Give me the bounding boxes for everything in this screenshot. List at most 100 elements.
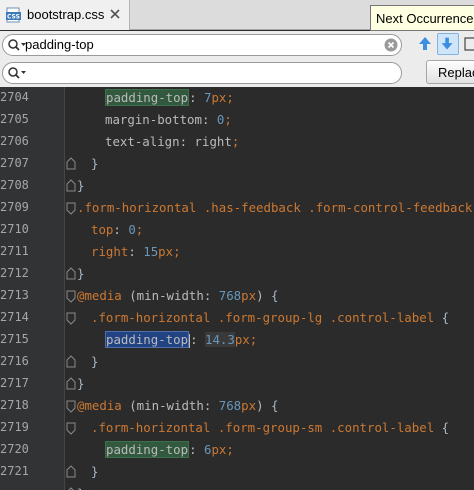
code-token: : [189, 90, 204, 105]
code-line: 2720 padding-top: 6px; [0, 439, 474, 461]
code-token: { [263, 398, 279, 413]
code-text[interactable]: .form-horizontal .has-feedback .form-con… [77, 199, 474, 216]
css-selector: .form-horizontal .form-group-lg .control… [91, 310, 435, 325]
line-number: 2707 [0, 156, 29, 170]
line-number: 2717 [0, 376, 29, 390]
close-icon[interactable] [109, 8, 121, 20]
code-text[interactable]: } [91, 463, 98, 480]
code-token: } [91, 354, 99, 369]
code-text[interactable]: right: 15px; [91, 243, 181, 260]
code-text[interactable]: padding-top: 6px; [105, 441, 234, 458]
fold-end-icon[interactable] [66, 179, 76, 193]
file-tab[interactable]: CSS bootstrap.css [0, 0, 130, 30]
code-token: ; [226, 90, 234, 105]
fold-open-icon[interactable] [66, 399, 76, 413]
code-line: 2716} [0, 351, 474, 373]
previous-occurrence-icon[interactable] [414, 33, 436, 55]
code-text[interactable]: .form-horizontal .form-group-sm .control… [91, 419, 449, 436]
tab-filename: bootstrap.css [27, 7, 105, 22]
at-rule-keyword: @media [77, 398, 122, 413]
numeric-value: 14.3 [204, 332, 235, 347]
search-match: padding-top [105, 441, 190, 458]
next-occurrence-button[interactable] [437, 33, 459, 55]
fold-open-icon[interactable] [66, 421, 76, 435]
code-token: : [128, 244, 144, 259]
code-token: (min-width: [121, 288, 219, 303]
code-token: ; [224, 112, 232, 127]
editor-tab-bar: CSS bootstrap.css Next Occurrence [0, 0, 474, 31]
code-text[interactable]: text-align: right; [105, 133, 239, 150]
code-token: : [113, 222, 129, 237]
code-text[interactable]: } [77, 375, 84, 392]
code-token: px [234, 332, 250, 347]
code-text[interactable]: .form-horizontal .form-group-lg .control… [91, 309, 449, 326]
code-token: { [434, 310, 450, 325]
code-text[interactable]: @media (min-width: 768px) { [77, 287, 278, 304]
numeric-value: 0 [128, 222, 136, 237]
css-selector: .form-horizontal .form-group-sm .control… [91, 420, 435, 435]
code-line: 2719 .form-horizontal .form-group-sm .con… [0, 417, 474, 439]
fold-open-icon[interactable] [66, 289, 76, 303]
numeric-value: 768 [218, 288, 242, 303]
line-number: 2713 [0, 288, 29, 302]
replace-history-icon[interactable] [7, 66, 27, 80]
code-line: 2715 padding-top: 14.3px; [0, 329, 474, 351]
code-text[interactable]: } [77, 177, 84, 194]
search-input[interactable]: padding-top [2, 34, 402, 56]
code-token: : [201, 112, 217, 127]
fold-end-icon[interactable] [66, 465, 76, 479]
code-line: 2705 margin-bottom: 0; [0, 109, 474, 131]
fold-open-icon[interactable] [66, 201, 76, 215]
fold-end-icon[interactable] [66, 267, 76, 281]
code-line: 2709 .form-horizontal .has-feedback .form… [0, 197, 474, 219]
code-line: 2707} [0, 153, 474, 175]
fold-end-icon[interactable] [66, 377, 76, 391]
code-token: } [77, 486, 84, 490]
replace-button[interactable]: Replac [426, 60, 474, 84]
code-line: 2706 text-align: right; [0, 131, 474, 153]
code-token: px [241, 288, 257, 303]
code-text[interactable]: } [91, 353, 98, 370]
css-selector: right [91, 244, 129, 259]
replace-input[interactable] [2, 62, 402, 84]
search-match: padding-top [105, 89, 190, 106]
code-token: px [211, 90, 227, 105]
code-text[interactable]: @media (min-width: 768px) { [77, 397, 278, 414]
code-text[interactable]: padding-top: 14.3px; [105, 331, 257, 348]
clear-search-icon[interactable] [384, 38, 398, 52]
line-number: 2715 [0, 332, 29, 346]
current-search-match: padding-top [105, 331, 190, 348]
search-history-icon[interactable] [7, 38, 27, 52]
code-line: 2708} [0, 175, 474, 197]
code-token: ; [173, 244, 181, 259]
code-token: ; [135, 222, 144, 237]
line-number: 2714 [0, 310, 29, 324]
css-file-icon: CSS [6, 7, 21, 23]
code-token: } [91, 156, 99, 171]
code-text[interactable]: } [77, 485, 84, 490]
fold-end-icon[interactable] [66, 355, 76, 369]
code-text[interactable]: } [77, 265, 84, 282]
find-options-icon[interactable] [462, 33, 474, 55]
search-input-value[interactable]: padding-top [25, 37, 94, 53]
numeric-value: 768 [218, 398, 242, 413]
fold-open-icon[interactable] [66, 311, 76, 325]
line-number: 2706 [0, 134, 29, 148]
code-token: { [263, 288, 279, 303]
code-line: 2713 @media (min-width: 768px) { [0, 285, 474, 307]
code-token: { [434, 420, 450, 435]
line-number: 2710 [0, 222, 29, 236]
code-line: } [0, 483, 474, 490]
code-text[interactable]: margin-bottom: 0; [105, 111, 232, 128]
code-line: 2714 .form-horizontal .form-group-lg .con… [0, 307, 474, 329]
code-text[interactable]: } [91, 155, 98, 172]
code-token: : [190, 332, 205, 347]
code-editor[interactable]: 2704 padding-top: 7px; 2705 margin-bottom: … [0, 87, 474, 490]
code-text[interactable]: top: 0; [91, 221, 143, 238]
code-text[interactable]: padding-top: 7px; [105, 89, 234, 106]
svg-text:CSS: CSS [7, 14, 20, 21]
fold-end-icon[interactable] [66, 157, 76, 171]
code-token: } [77, 178, 85, 193]
numeric-value: 15 [143, 244, 159, 259]
code-token: : [189, 442, 204, 457]
